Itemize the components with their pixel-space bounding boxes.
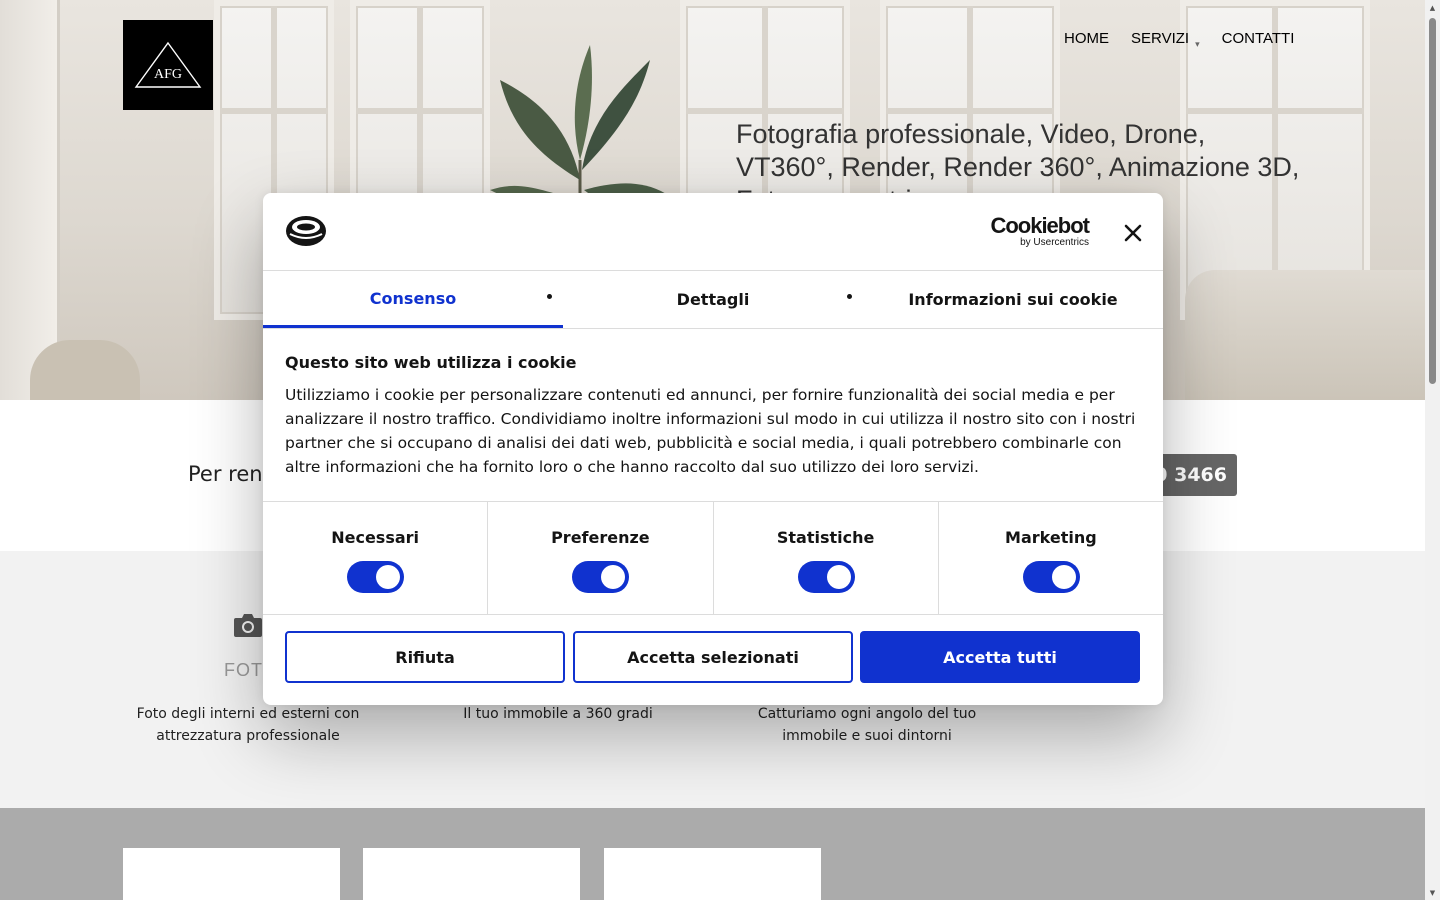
dialog-tabs: Consenso Dettagli Informazioni sui cooki…: [263, 271, 1163, 329]
toggle-marketing: Marketing: [939, 502, 1163, 614]
consent-toggles: Necessari Preferenze Statistiche Marketi…: [263, 501, 1163, 615]
tab-separator-dot: [847, 294, 852, 299]
toggle-label: Necessari: [331, 528, 420, 547]
toggle-label: Statistiche: [776, 528, 875, 547]
cookie-consent-dialog: Cookiebot by Usercentrics Consenso Detta…: [263, 193, 1163, 705]
tab-informazioni[interactable]: Informazioni sui cookie: [863, 271, 1163, 328]
toggle-preferenze: Preferenze: [488, 502, 714, 614]
toggle-statistiche: Statistiche: [714, 502, 939, 614]
tab-consenso[interactable]: Consenso: [263, 271, 563, 328]
toggle-switch-preferenze[interactable]: [572, 561, 630, 593]
toggle-switch-necessari[interactable]: [347, 561, 405, 593]
cookiebot-brand[interactable]: Cookiebot by Usercentrics: [987, 213, 1090, 249]
dialog-description: Utilizziamo i cookie per personalizzare …: [285, 386, 1136, 476]
toggle-label: Marketing: [1005, 528, 1097, 547]
toggle-necessari: Necessari: [263, 502, 489, 614]
toggle-switch-marketing[interactable]: [1022, 561, 1080, 593]
tab-separator-dot: [547, 294, 552, 299]
toggle-switch-statistiche[interactable]: [797, 561, 855, 593]
close-icon[interactable]: [1121, 221, 1145, 245]
cookiebot-brand-sub: by Usercentrics: [1020, 237, 1089, 248]
dialog-header: Cookiebot by Usercentrics: [263, 193, 1163, 271]
toggle-label: Preferenze: [551, 528, 650, 547]
accept-selected-button[interactable]: Accetta selezionati: [573, 631, 853, 683]
cookiebot-brand-name: Cookiebot: [990, 213, 1090, 238]
dialog-title: Questo sito web utilizza i cookie: [285, 353, 577, 372]
reject-button[interactable]: Rifiuta: [285, 631, 565, 683]
cookie-logo-icon: [286, 216, 326, 246]
accept-all-button[interactable]: Accetta tutti: [860, 631, 1140, 683]
tab-dettagli[interactable]: Dettagli: [563, 271, 863, 328]
